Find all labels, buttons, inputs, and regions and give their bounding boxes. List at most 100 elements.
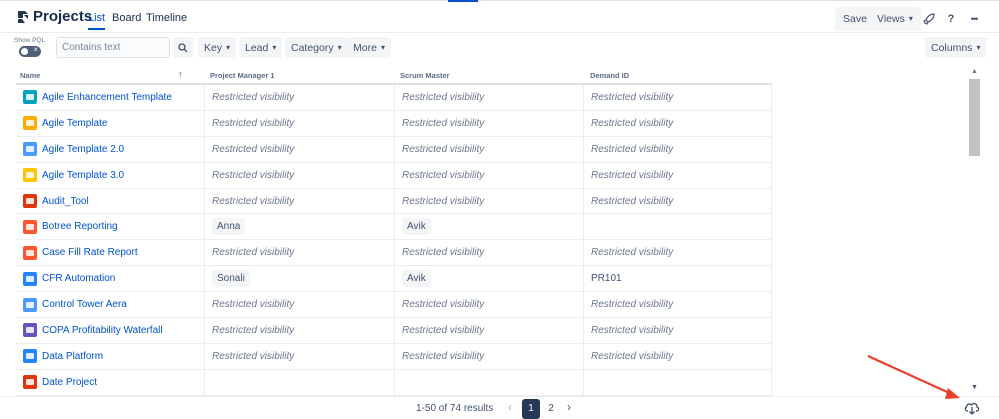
- project-manager-cell: Restricted visibility: [204, 188, 394, 214]
- project-name-cell: Agile Template: [16, 111, 204, 136]
- project-name-link[interactable]: Agile Template 2.0: [42, 144, 124, 155]
- project-name-link[interactable]: Agile Template 3.0: [42, 170, 124, 181]
- search-button[interactable]: [173, 37, 193, 58]
- demand-id-cell: Restricted visibility: [583, 343, 772, 369]
- rocket-icon[interactable]: [918, 8, 940, 30]
- column-header-project-manager[interactable]: Project Manager 1: [210, 71, 275, 80]
- scrum-master-cell: Restricted visibility: [394, 240, 583, 266]
- table-row[interactable]: Agile Template 2.0 Restricted visibility R…: [16, 136, 772, 163]
- demand-id-cell: [583, 369, 772, 395]
- sort-ascending-icon[interactable]: ↑: [178, 69, 183, 79]
- avatar-glyph: [26, 198, 34, 204]
- annotation-arrow-icon: [867, 354, 960, 399]
- table-row[interactable]: Agile Template 3.0 Restricted visibility R…: [16, 162, 772, 189]
- user-chip: Avik: [402, 218, 431, 236]
- previous-page-icon[interactable]: ‹: [508, 400, 512, 414]
- tab-board[interactable]: Board: [112, 12, 141, 24]
- views-dropdown[interactable]: Views ▾: [869, 7, 921, 31]
- project-avatar-icon: [23, 323, 37, 338]
- restricted-visibility-text: Restricted visibility: [591, 324, 674, 336]
- project-avatar-icon: [23, 297, 37, 312]
- restricted-visibility-text: Restricted visibility: [212, 195, 295, 207]
- vertical-scrollbar[interactable]: ▲ ▼: [968, 66, 981, 394]
- table-row[interactable]: Agile Enhancement Template Restricted vis…: [16, 85, 772, 111]
- project-name-link[interactable]: Agile Enhancement Template: [42, 92, 172, 103]
- table-row[interactable]: Date Project: [16, 369, 772, 396]
- restricted-visibility-text: Restricted visibility: [402, 143, 485, 155]
- help-icon[interactable]: ?: [940, 8, 962, 30]
- projects-table: Name ↑ Project Manager 1 Scrum Master De…: [16, 66, 772, 396]
- demand-id-cell: Restricted visibility: [583, 85, 772, 110]
- restricted-visibility-text: Restricted visibility: [591, 350, 674, 362]
- project-name-cell: Audit_Tool: [16, 189, 204, 214]
- project-name-link[interactable]: Agile Template: [42, 118, 107, 129]
- restricted-visibility-text: Restricted visibility: [591, 195, 674, 207]
- category-filter-button[interactable]: Category ▾: [285, 37, 348, 58]
- column-header-scrum-master[interactable]: Scrum Master: [400, 71, 450, 80]
- table-row[interactable]: Control Tower Aera Restricted visibility R…: [16, 292, 772, 319]
- table-row[interactable]: Data Platform Restricted visibility Restri…: [16, 343, 772, 370]
- header-divider: [0, 32, 999, 33]
- scrum-master-cell: [394, 369, 583, 395]
- scrum-master-cell: Restricted visibility: [394, 85, 583, 110]
- project-name-link[interactable]: Audit_Tool: [42, 196, 89, 207]
- table-row[interactable]: Audit_Tool Restricted visibility Restricte…: [16, 188, 772, 215]
- key-filter-button[interactable]: Key ▾: [198, 37, 237, 58]
- tab-list[interactable]: List: [88, 12, 106, 30]
- project-name-link[interactable]: CFR Automation: [42, 273, 115, 284]
- page-header: Projects List Board Timeline Save Views ▾…: [0, 4, 999, 32]
- user-chip: Anna: [212, 218, 246, 236]
- columns-label: Columns: [931, 42, 973, 54]
- project-name-cell: CFR Automation: [16, 266, 204, 291]
- project-avatar-icon: [23, 219, 37, 234]
- search-input[interactable]: [56, 37, 170, 58]
- project-name-link[interactable]: Case Fill Rate Report: [42, 247, 138, 258]
- project-avatar-icon: [23, 194, 37, 208]
- project-avatar-icon: [23, 90, 37, 105]
- table-row[interactable]: COPA Profitability Waterfall Restricted v…: [16, 318, 772, 344]
- footer-divider: [0, 396, 999, 397]
- project-manager-cell: Restricted visibility: [204, 110, 394, 136]
- project-name-link[interactable]: Date Project: [42, 377, 97, 388]
- table-row[interactable]: Botree Reporting Anna Avik: [16, 214, 772, 241]
- page-button-1[interactable]: 1: [522, 399, 540, 419]
- page-button-2[interactable]: 2: [542, 399, 560, 419]
- table-row[interactable]: CFR Automation Sonali Avik PR101: [16, 266, 772, 293]
- restricted-visibility-text: Restricted visibility: [212, 143, 295, 155]
- lead-filter-button[interactable]: Lead ▾: [239, 37, 283, 58]
- project-name-link[interactable]: COPA Profitability Waterfall: [42, 325, 163, 336]
- columns-button[interactable]: Columns ▾: [925, 37, 987, 58]
- show-pql-label: Show PQL: [14, 37, 46, 44]
- column-header-name[interactable]: Name: [20, 71, 40, 80]
- show-pql-toggle[interactable]: ×: [19, 45, 41, 57]
- project-name-link[interactable]: Control Tower Aera: [42, 299, 127, 310]
- table-row[interactable]: Agile Template Restricted visibility Restr…: [16, 110, 772, 137]
- avatar-glyph: [26, 120, 34, 127]
- project-manager-cell: Restricted visibility: [204, 85, 394, 110]
- chevron-down-icon: ▾: [337, 43, 342, 52]
- scrollbar-thumb[interactable]: [969, 79, 980, 156]
- restricted-visibility-text: Restricted visibility: [591, 299, 674, 311]
- scrum-master-cell: Restricted visibility: [394, 292, 583, 318]
- demand-id-cell: [583, 214, 772, 240]
- more-filter-button[interactable]: More ▾: [347, 37, 391, 58]
- project-manager-cell: Restricted visibility: [204, 240, 394, 266]
- project-name-link[interactable]: Botree Reporting: [42, 221, 118, 232]
- next-page-icon[interactable]: ›: [567, 400, 571, 414]
- project-name-link[interactable]: Data Platform: [42, 351, 103, 362]
- demand-id-cell: Restricted visibility: [583, 162, 772, 188]
- project-manager-cell: Sonali: [204, 266, 394, 292]
- restricted-visibility-text: Restricted visibility: [591, 247, 674, 259]
- column-header-demand-id[interactable]: Demand ID: [590, 71, 629, 80]
- scroll-up-arrow-icon[interactable]: ▲: [968, 66, 981, 78]
- tab-timeline[interactable]: Timeline: [146, 12, 187, 24]
- restricted-visibility-text: Restricted visibility: [402, 195, 485, 207]
- toggle-knob: [21, 48, 28, 55]
- avatar-glyph: [26, 146, 34, 153]
- project-avatar-icon: [23, 375, 37, 390]
- more-actions-icon[interactable]: •••: [963, 8, 985, 30]
- restricted-visibility-text: Restricted visibility: [591, 91, 674, 103]
- table-row[interactable]: Case Fill Rate Report Restricted visibili…: [16, 240, 772, 267]
- scrum-master-cell: Restricted visibility: [394, 343, 583, 369]
- project-name-cell: Control Tower Aera: [16, 292, 204, 317]
